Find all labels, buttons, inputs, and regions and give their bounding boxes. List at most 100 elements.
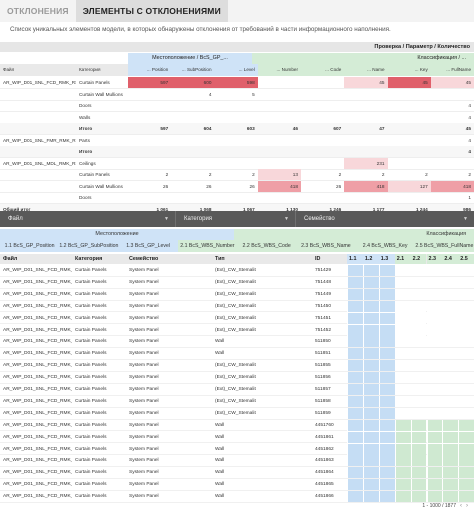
deviation-flag-cell bbox=[458, 419, 474, 431]
element-col-header[interactable]: ID bbox=[312, 254, 346, 264]
table-row[interactable]: AR_WIP_D01_SNL_FCD_RMK_RSV...Curtain Pan… bbox=[0, 384, 474, 396]
filter-bar: Файл ▼ Категория ▼ Семейство ▼ bbox=[0, 211, 474, 227]
pivot-cell-value: 600 bbox=[171, 77, 215, 88]
table-row[interactable]: AR_WIP_D01_SNL_FCD_RMK_RSV...Curtain Pan… bbox=[0, 312, 474, 325]
table-row[interactable]: AR_WIP_D01_SNL_FCD_RMK_RSV...Curtain Pan… bbox=[0, 491, 474, 503]
deviation-flag-cell bbox=[347, 288, 363, 300]
chevron-left-icon[interactable]: ‹ bbox=[460, 503, 462, 509]
deviation-flag-cell bbox=[378, 300, 395, 312]
filter-category-dropdown[interactable]: Категория ▼ bbox=[176, 211, 296, 227]
table-row[interactable]: AR_WIP_D01_SNL_FCD_RMK_RSV...Curtain Pan… bbox=[0, 455, 474, 468]
pivot-cell-value: 2 bbox=[208, 172, 212, 177]
filter-file-dropdown[interactable]: Файл ▼ bbox=[0, 211, 176, 227]
pivot-col-param[interactable]: ... Name bbox=[344, 64, 388, 76]
element-col-header[interactable]: Тип bbox=[212, 254, 312, 264]
pivot-cell-value bbox=[301, 112, 344, 123]
pivot-col-param[interactable]: ... SubPosition bbox=[171, 64, 215, 76]
pivot-cell-category: Walls bbox=[79, 114, 91, 120]
pivot-col-param[interactable]: ... Number bbox=[257, 64, 301, 76]
pivot-col-param[interactable]: ... FullName bbox=[430, 64, 474, 76]
table-row[interactable]: AR_WIP_D01_SNL_FCD_RMK_RSV...Curtain Pan… bbox=[0, 419, 474, 432]
table-row[interactable]: AR_WIP_D01_SNL_FCD_RMK_RSV...Curtain Pan… bbox=[0, 395, 474, 408]
element-flag-header[interactable]: 2.4 bbox=[442, 254, 459, 264]
deviation-flag-cell bbox=[378, 467, 395, 479]
deviation-flag-cell bbox=[458, 265, 474, 276]
deviation-flag-cell bbox=[410, 265, 427, 276]
pivot-cell-value bbox=[128, 112, 171, 123]
table-row[interactable]: AR_WIP_D01_SNL_FCD_RMK_RSV...Curtain Pan… bbox=[0, 288, 474, 301]
deviation-flag-cell bbox=[362, 300, 379, 312]
deviation-flag-cell bbox=[458, 348, 474, 360]
deviation-flag-cell bbox=[426, 443, 443, 455]
deviation-flag-cell bbox=[426, 324, 443, 336]
element-group-classification: Классификация bbox=[234, 229, 474, 240]
pivot-col-file[interactable]: Файл bbox=[0, 64, 76, 76]
filter-family-dropdown[interactable]: Семейство ▼ bbox=[296, 211, 474, 227]
table-row[interactable]: AR_WIP_D01_SNL_FCD_RMK_RSV...Curtain Pan… bbox=[0, 276, 474, 289]
element-cell-file: AR_WIP_D01_SNL_FCD_RMK_RSV... bbox=[3, 268, 72, 273]
element-cell-type: Wall bbox=[215, 494, 225, 500]
element-flag-header[interactable]: 2.2 bbox=[410, 254, 427, 264]
table-row[interactable]: AR_WIP_D01_SNL_FCD_RMK_RSV...Curtain Pan… bbox=[0, 467, 474, 480]
pivot-cell-value bbox=[431, 158, 474, 169]
table-row[interactable]: AR_WIP_D01_SNL_FCD_RMK_RSV...Curtain Pan… bbox=[0, 372, 474, 384]
element-col-header[interactable]: Семейство bbox=[126, 254, 212, 264]
element-cell-family: System Panel bbox=[129, 470, 159, 476]
pivot-cell-value bbox=[301, 192, 344, 203]
tab-elements-with-deviations[interactable]: ЭЛЕМЕНТЫ С ОТКЛОНЕНИЯМИ bbox=[75, 0, 228, 22]
element-flag-header[interactable]: 2.1 bbox=[394, 254, 411, 264]
filter-file-label: Файл bbox=[8, 216, 23, 222]
table-row[interactable]: AR_WIP_D01_SNL_FCD_RMK_RSV...Curtain Pan… bbox=[0, 407, 474, 420]
pivot-col-param[interactable]: ... Key bbox=[387, 64, 431, 76]
deviation-flag-cell bbox=[362, 265, 379, 276]
deviation-flag-cell bbox=[362, 491, 379, 503]
table-row[interactable]: AR_WIP_D01_SNL_FCD_RMK_RSV...Curtain Pan… bbox=[0, 300, 474, 313]
deviation-flag-cell bbox=[347, 372, 363, 384]
pivot-col-param[interactable]: ... Position bbox=[128, 64, 172, 76]
element-flag-header[interactable]: 1.3 bbox=[378, 254, 395, 264]
deviation-flag-cell bbox=[410, 276, 427, 288]
element-col-header[interactable]: Категория bbox=[72, 254, 126, 264]
chevron-right-icon[interactable]: › bbox=[466, 503, 468, 509]
table-row[interactable]: AR_WIP_D01_SNL_FCD_RMK_RSV...Curtain Pan… bbox=[0, 348, 474, 361]
table-row[interactable]: AR_WIP_D01_SNL_FCD_RMK_RSV...Curtain Pan… bbox=[0, 265, 474, 277]
pivot-cell-value: 4 bbox=[208, 91, 212, 97]
pivot-col-param[interactable]: ... Level bbox=[214, 64, 258, 76]
element-cell-family: System Panel bbox=[129, 291, 159, 297]
element-flag-header[interactable]: 2.3 bbox=[426, 254, 443, 264]
element-flag-header[interactable]: 1.1 bbox=[347, 254, 363, 264]
element-cell-category: Curtain Panels bbox=[75, 363, 107, 369]
element-col-header[interactable]: Файл bbox=[0, 254, 72, 264]
element-cell-type: Wall bbox=[215, 339, 225, 345]
pivot-col-param[interactable]: ... Code bbox=[301, 64, 345, 76]
element-flag-header[interactable]: 1.2 bbox=[362, 254, 379, 264]
tab-deviations[interactable]: ОТКЛОНЕНИЯ bbox=[0, 0, 76, 22]
pivot-cell-value bbox=[301, 89, 344, 100]
table-row[interactable]: AR_WIP_D01_SNL_FCD_RMK_RSV...Curtain Pan… bbox=[0, 336, 474, 349]
pivot-cell-category: Curtain Wall Mullions bbox=[79, 183, 123, 189]
element-cell-id: 4451760 bbox=[315, 422, 334, 428]
pivot-group-location[interactable]: Местоположение / BcS_GP_... bbox=[128, 53, 252, 64]
table-row[interactable]: AR_WIP_D01_SNL_FCD_RMK_RSV...Curtain Pan… bbox=[0, 443, 474, 456]
element-param-legend: 1.2 BcS_GP_SubPosition bbox=[59, 240, 119, 252]
pivot-column-header: Файл Категория ... Position... SubPositi… bbox=[0, 64, 474, 76]
pivot-cell-value: 4 bbox=[468, 137, 471, 143]
deviation-flag-cell bbox=[410, 467, 427, 479]
pivot-cell-value bbox=[215, 146, 258, 157]
table-row[interactable]: AR_WIP_D01_SNL_FCD_RMK_RSV...Curtain Pan… bbox=[0, 479, 474, 491]
deviation-flag-cell bbox=[378, 336, 395, 348]
pivot-col-category[interactable]: Категория bbox=[76, 64, 128, 76]
pivot-cell-value bbox=[128, 89, 171, 100]
table-row[interactable]: AR_WIP_D01_SNL_FCD_RMK_RSV...Curtain Pan… bbox=[0, 360, 474, 372]
pivot-cell-value bbox=[128, 158, 171, 169]
table-row[interactable]: AR_WIP_D01_SNL_FCD_RMK_RSV...Curtain Pan… bbox=[0, 431, 474, 444]
deviation-flag-cell bbox=[426, 265, 443, 276]
element-cell-id: 4451861 bbox=[315, 434, 334, 440]
pivot-header[interactable]: Проверка / Параметр / Количество bbox=[0, 42, 474, 52]
element-flag-header[interactable]: 2.5 bbox=[458, 254, 474, 264]
pivot-group-classification[interactable]: Классификация / ... bbox=[252, 53, 474, 64]
pivot-cell-value: 2 bbox=[252, 172, 255, 177]
deviation-flag-cell bbox=[394, 324, 411, 336]
table-row[interactable]: AR_WIP_D01_SNL_FCD_RMK_RSV...Curtain Pan… bbox=[0, 324, 474, 337]
deviation-flag-cell bbox=[426, 491, 443, 503]
